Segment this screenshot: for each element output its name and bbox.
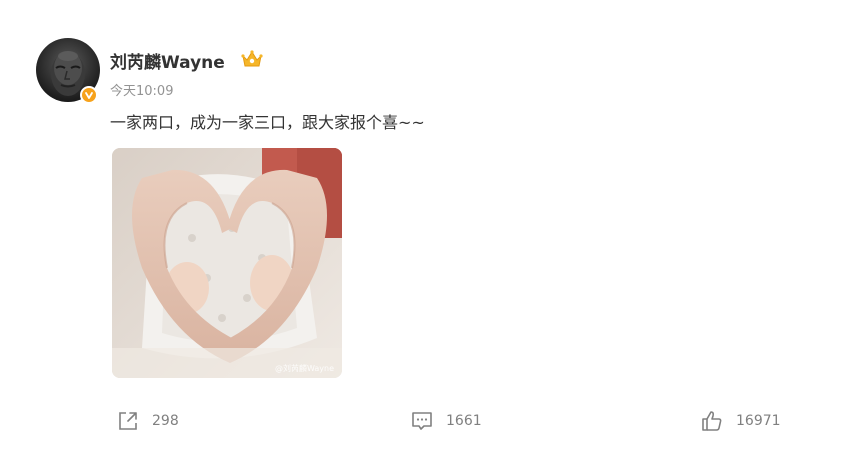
- share-button[interactable]: 298: [116, 408, 179, 434]
- comment-count: 1661: [446, 413, 482, 429]
- crown-icon[interactable]: [241, 49, 263, 69]
- comment-icon: [412, 412, 432, 430]
- like-count: 16971: [736, 413, 781, 429]
- comment-button[interactable]: 1661: [410, 408, 482, 434]
- verified-badge-icon: [80, 86, 98, 104]
- author-name[interactable]: 刘芮麟Wayne: [110, 48, 225, 73]
- thumbs-up-icon: [702, 411, 722, 431]
- post-text: 一家两口，成为一家三口，跟大家报个喜~~: [110, 113, 425, 132]
- share-icon: [119, 412, 137, 430]
- image-watermark: @刘芮麟Wayne: [274, 364, 334, 373]
- share-count: 298: [152, 413, 179, 429]
- post-timestamp[interactable]: 今天10:09: [110, 80, 173, 99]
- post-image[interactable]: @刘芮麟Wayne: [112, 148, 342, 378]
- like-button[interactable]: 16971: [700, 408, 781, 434]
